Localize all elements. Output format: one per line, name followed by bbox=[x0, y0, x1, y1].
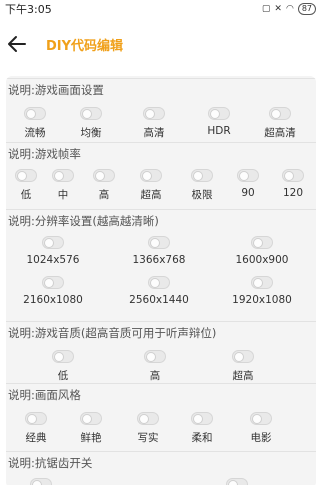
page-title: DIY代码编辑 bbox=[46, 38, 124, 54]
toggle-switch[interactable] bbox=[80, 412, 102, 425]
toggle-switch[interactable] bbox=[251, 236, 273, 249]
toggle-switch[interactable] bbox=[148, 276, 170, 289]
option-graphics-1[interactable]: 均衡 bbox=[56, 107, 126, 140]
toggle-switch[interactable] bbox=[191, 412, 213, 425]
back-arrow-icon[interactable] bbox=[4, 31, 30, 57]
toggle-switch[interactable] bbox=[282, 169, 304, 182]
section-resolution: 说明:分辨率设置(越高越清晰) 1024x576 1366x768 1600x9… bbox=[6, 209, 316, 319]
toggle-switch[interactable] bbox=[52, 350, 74, 363]
toggle-switch[interactable] bbox=[137, 412, 159, 425]
option-resolution-3[interactable]: 2160x1080 bbox=[18, 276, 88, 306]
option-resolution-1[interactable]: 1366x768 bbox=[124, 236, 194, 266]
toggle-switch[interactable] bbox=[42, 236, 64, 249]
option-graphics-4[interactable]: 超高清 bbox=[245, 107, 315, 140]
mute-icon: ✕ bbox=[274, 4, 282, 14]
toggle-switch[interactable] bbox=[250, 412, 272, 425]
wifi-icon: ◠ bbox=[285, 4, 294, 14]
option-aa-partial-0[interactable] bbox=[6, 478, 76, 485]
option-resolution-4[interactable]: 2560x1440 bbox=[124, 276, 194, 306]
battery-icon: 87 bbox=[297, 3, 316, 15]
toggle-switch[interactable] bbox=[30, 478, 52, 485]
toggle-switch[interactable] bbox=[25, 412, 47, 425]
option-graphics-2[interactable]: 高清 bbox=[119, 107, 189, 140]
option-resolution-0[interactable]: 1024x576 bbox=[18, 236, 88, 266]
toggle-switch[interactable] bbox=[208, 107, 230, 120]
toggle-switch[interactable] bbox=[93, 169, 115, 182]
section-label: 说明:游戏音质(超高音质可用于听声辩位) bbox=[8, 326, 217, 340]
notification-icon: ▢ bbox=[261, 4, 271, 14]
toggle-switch[interactable] bbox=[237, 169, 259, 182]
option-resolution-5[interactable]: 1920x1080 bbox=[227, 276, 297, 306]
status-bar: 下午3:05 ▢ ✕ ◠ 87 bbox=[0, 0, 322, 18]
option-audio-0[interactable]: 低 bbox=[28, 350, 98, 383]
section-anti-aliasing: 说明:抗锯齿开关 bbox=[6, 451, 316, 485]
section-label: 说明:游戏帧率 bbox=[8, 147, 81, 161]
app-header: DIY代码编辑 bbox=[0, 22, 322, 66]
section-visual-style: 说明:画面风格 经典 鲜艳 写实 柔和 电影 bbox=[6, 383, 316, 449]
section-audio-quality: 说明:游戏音质(超高音质可用于听声辩位) 低 高 超高 bbox=[6, 321, 316, 383]
option-resolution-2[interactable]: 1600x900 bbox=[227, 236, 297, 266]
section-label: 说明:分辨率设置(越高越清晰) bbox=[8, 214, 159, 228]
status-time: 下午3:05 bbox=[5, 3, 52, 16]
option-audio-1[interactable]: 高 bbox=[120, 350, 190, 383]
toggle-switch[interactable] bbox=[148, 236, 170, 249]
toggle-switch[interactable] bbox=[269, 107, 291, 120]
toggle-switch[interactable] bbox=[232, 350, 254, 363]
option-audio-2[interactable]: 超高 bbox=[208, 350, 278, 383]
option-fps-6[interactable]: 120 bbox=[258, 169, 316, 199]
section-label: 说明:游戏画面设置 bbox=[8, 83, 104, 97]
toggle-switch[interactable] bbox=[143, 107, 165, 120]
toggle-switch[interactable] bbox=[191, 169, 213, 182]
toggle-switch[interactable] bbox=[24, 107, 46, 120]
toggle-switch[interactable] bbox=[80, 107, 102, 120]
settings-panel: 说明:游戏画面设置 流畅 均衡 高清 HDR 超高清 说明:游戏帧率 低 中 高… bbox=[6, 76, 316, 485]
section-label: 说明:画面风格 bbox=[8, 388, 81, 402]
toggle-switch[interactable] bbox=[226, 478, 248, 485]
option-style-4[interactable]: 电影 bbox=[226, 412, 296, 445]
section-graphics-quality: 说明:游戏画面设置 流畅 均衡 高清 HDR 超高清 bbox=[6, 78, 316, 140]
option-graphics-3[interactable]: HDR bbox=[184, 107, 254, 137]
option-aa-partial-1[interactable] bbox=[202, 478, 272, 485]
toggle-switch[interactable] bbox=[42, 276, 64, 289]
toggle-switch[interactable] bbox=[144, 350, 166, 363]
toggle-switch[interactable] bbox=[140, 169, 162, 182]
section-label: 说明:抗锯齿开关 bbox=[8, 456, 93, 470]
status-icons: ▢ ✕ ◠ 87 bbox=[262, 3, 316, 15]
section-frame-rate: 说明:游戏帧率 低 中 高 超高 极限 90 120 bbox=[6, 142, 316, 208]
toggle-switch[interactable] bbox=[251, 276, 273, 289]
